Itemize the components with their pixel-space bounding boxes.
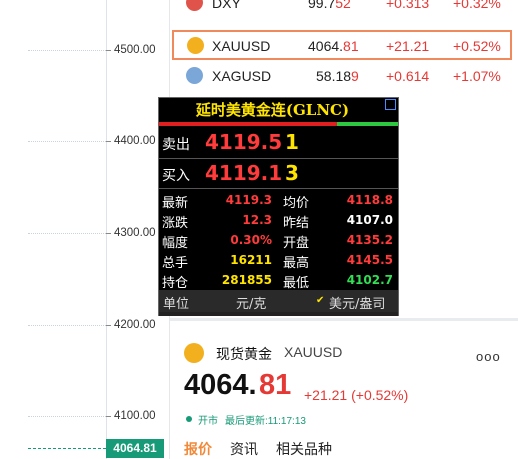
- quote-name: DXY: [212, 0, 241, 11]
- stat-value: 4135.2: [346, 233, 393, 247]
- market-status: 开市: [198, 416, 218, 427]
- stat-value: 12.3: [242, 213, 272, 227]
- divider: [159, 158, 398, 159]
- current-price-tag: 4064.81: [106, 439, 164, 458]
- quote-window-title: 延时美黄金连(GLNC): [195, 101, 350, 119]
- silver-icon: [186, 67, 203, 84]
- sell-strength-bar: [159, 122, 337, 126]
- axis-label: 4300.00: [114, 227, 156, 239]
- last-price-integer: 4064.: [184, 369, 257, 401]
- quote-row-xauusd[interactable]: XAUUSD 4064.81 +21.21 +0.52%: [172, 30, 512, 60]
- quote-name: XAUUSD: [212, 38, 271, 54]
- axis-label: 4400.00: [114, 135, 156, 147]
- instrument-detail-panel: 现货黄金 XAUUSD ooo 4064. 81 +21.21 (+0.52%)…: [170, 318, 518, 459]
- instrument-code: XAUUSD: [284, 344, 343, 360]
- axis-label: 4500.00: [114, 44, 156, 56]
- check-icon: ✔: [316, 295, 325, 306]
- buy-price: 4119.1: [205, 161, 283, 185]
- grid-line: [28, 141, 106, 142]
- axis-tick: [106, 325, 111, 326]
- stat-label: 幅度: [162, 236, 189, 251]
- stat-value: 4107.0: [346, 213, 393, 227]
- divider: [159, 188, 398, 189]
- stat-value: 16211: [230, 253, 272, 267]
- axis-label: 4100.00: [114, 410, 156, 422]
- stat-label: 昨结: [283, 216, 310, 231]
- price-change: +21.21 (+0.52%): [304, 387, 409, 403]
- quote-price: 58.189: [316, 68, 359, 84]
- window-edge: [159, 312, 398, 316]
- tab-news[interactable]: 资讯: [230, 439, 258, 459]
- grid-line: [28, 233, 106, 234]
- stat-label: 开盘: [283, 236, 310, 251]
- stat-label: 总手: [162, 256, 189, 271]
- buy-volume: 3: [285, 161, 299, 185]
- unit-label: 单位: [163, 297, 190, 312]
- quote-row-dxy[interactable]: DXY 99.752 +0.313 +0.32%: [172, 0, 512, 18]
- quote-row-xagusd[interactable]: XAGUSD 58.189 +0.614 +1.07%: [172, 61, 512, 91]
- axis-tick: [106, 50, 111, 51]
- stat-label: 均价: [283, 196, 310, 211]
- stat-label: 最高: [283, 256, 310, 271]
- stat-value: 4118.8: [346, 193, 393, 207]
- quote-change: +0.614: [386, 68, 430, 84]
- gold-icon: [187, 37, 204, 54]
- flag-icon: [186, 0, 203, 11]
- stat-value: 0.30%: [230, 233, 272, 247]
- more-options-icon[interactable]: ooo: [476, 349, 501, 364]
- price-axis: [106, 0, 107, 459]
- grid-line: [28, 416, 106, 417]
- buy-strength-bar: [337, 122, 398, 126]
- unit-option-gram[interactable]: 元/克: [236, 293, 266, 312]
- quote-change: +0.313: [386, 0, 430, 11]
- sell-price: 4119.5: [205, 130, 283, 154]
- unit-bar: 单位 元/克 ✔ 美元/盎司: [159, 290, 398, 312]
- maximize-icon[interactable]: [385, 99, 396, 110]
- sell-label: 卖出: [162, 137, 190, 153]
- level1-quote-window[interactable]: 延时美黄金连(GLNC) 卖出 4119.5 1 买入 4119.1 3 单位 …: [158, 97, 399, 316]
- sell-volume: 1: [285, 130, 299, 154]
- quote-price: 99.752: [308, 0, 351, 11]
- stat-value: 4102.7: [346, 273, 393, 287]
- axis-tick: [106, 141, 111, 142]
- quote-price: 4064.81: [308, 38, 359, 54]
- tab-quote[interactable]: 报价: [184, 439, 212, 459]
- current-price-line: [28, 448, 106, 449]
- quote-name: XAGUSD: [212, 68, 272, 84]
- axis-label: 4200.00: [114, 319, 156, 331]
- market-open-dot: [186, 416, 192, 422]
- stat-value: 281855: [221, 273, 272, 287]
- axis-tick: [106, 416, 111, 417]
- quote-percent: +0.52%: [453, 38, 501, 54]
- stat-label: 最新: [162, 196, 189, 211]
- quote-percent: +1.07%: [453, 68, 501, 84]
- grid-line: [28, 325, 106, 326]
- stat-value: 4119.3: [225, 193, 272, 207]
- last-price-decimal: 81: [259, 369, 292, 401]
- unit-option-ounce[interactable]: 美元/盎司: [329, 293, 385, 312]
- quote-change: +21.21: [386, 38, 430, 54]
- grid-line: [28, 50, 106, 51]
- instrument-name: 现货黄金: [216, 346, 272, 362]
- tab-related[interactable]: 相关品种: [276, 439, 332, 459]
- quote-percent: +0.32%: [453, 0, 501, 11]
- stat-value: 4145.5: [346, 253, 393, 267]
- stat-label: 涨跌: [162, 216, 189, 231]
- last-update-time: 最后更新:11:17:13: [225, 416, 306, 427]
- stat-label: 持仓: [162, 276, 189, 291]
- price-chart[interactable]: 4500.00 4400.00 4300.00 4200.00 4100.00 …: [0, 0, 170, 459]
- stat-label: 最低: [283, 276, 310, 291]
- axis-tick: [106, 233, 111, 234]
- buy-label: 买入: [162, 168, 190, 184]
- gold-icon: [184, 343, 204, 363]
